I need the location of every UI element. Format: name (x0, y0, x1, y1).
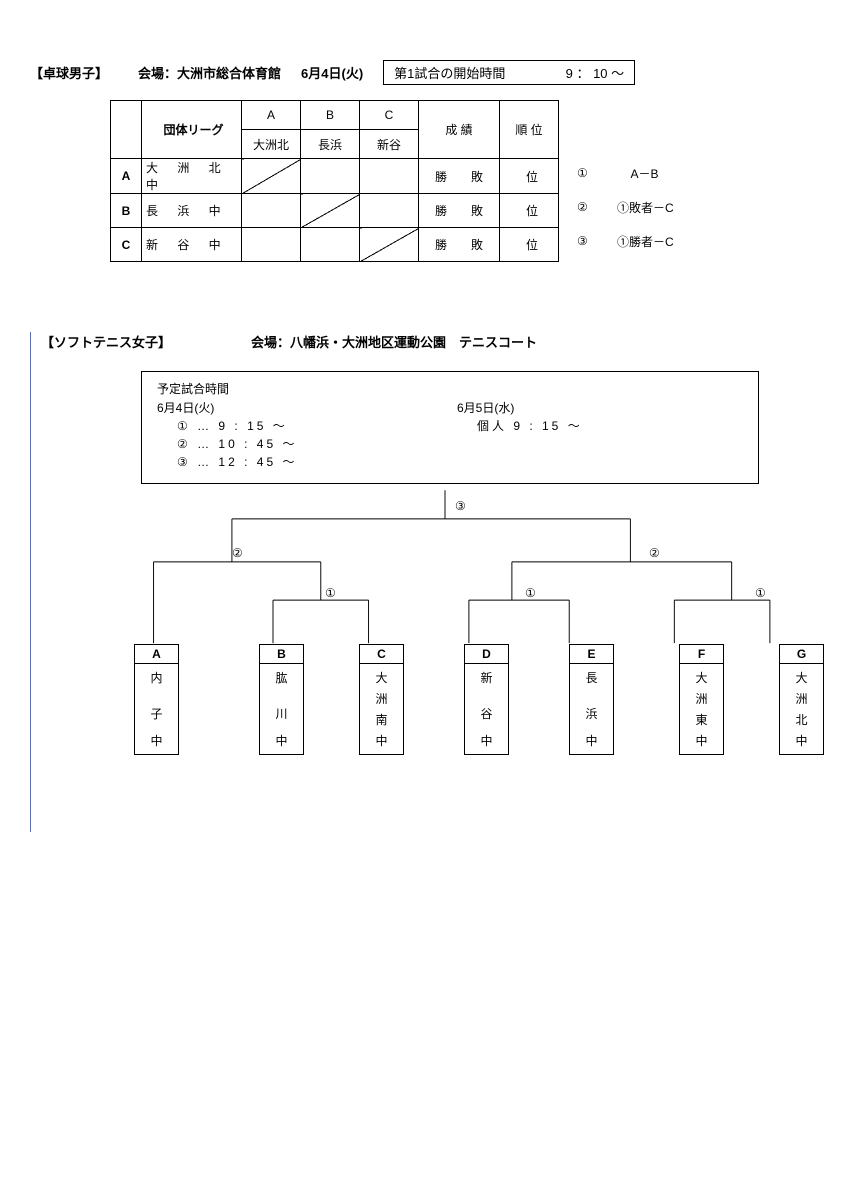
col-team-2: 新谷 (360, 130, 419, 159)
team-G: G 大洲北中 (779, 644, 824, 755)
cell-rank: 位 (500, 228, 559, 262)
team-E: E 長浜中 (569, 644, 614, 755)
tabletennis-header: 【卓球男子】 会場：大洲市総合体育館 6月4日(火) 第1試合の開始時間 9 ：… (30, 60, 819, 85)
round-2-label: ② (649, 546, 660, 560)
round-2-label: ② (232, 546, 243, 560)
cell-diag (360, 228, 419, 262)
tournament-bracket: ③ ② ② ① ① ① A 内子中 B 肱川中 C 大洲南中 D 新谷中 (101, 484, 789, 764)
cell-result: 勝 敗 (419, 228, 500, 262)
tabletennis-title: 【卓球男子】 (30, 63, 108, 82)
schedule-day2: 6月5日(水) (457, 399, 743, 417)
match-list: ① A－B ② ①敗者－C ③ ①勝者－C (577, 100, 674, 258)
schedule-title: 予定試合時間 (157, 380, 743, 397)
col-A: A (242, 101, 301, 130)
cell-diag (242, 159, 301, 194)
match-row: ③ ①勝者－C (577, 224, 674, 258)
schedule-line: ② … 10 : 45 ～ (177, 435, 457, 453)
row-A-name: 大 洲 北 中 (142, 159, 242, 194)
softtennis-venue: 会場：八幡浜・大洲地区運動公園 テニスコート (251, 332, 537, 351)
result-header: 成 績 (419, 101, 500, 159)
cell (301, 159, 360, 194)
start-time-box: 第1試合の開始時間 9 ： 10 ～ (383, 60, 635, 85)
row-C-name: 新 谷 中 (142, 228, 242, 262)
row-B-name: 長 浜 中 (142, 194, 242, 228)
row-B-label: B (111, 194, 142, 228)
cell (301, 228, 360, 262)
softtennis-header: 【ソフトテニス女子】 会場：八幡浜・大洲地区運動公園 テニスコート (41, 332, 819, 351)
cell-rank: 位 (500, 159, 559, 194)
schedule-line: ① … 9 : 15 ～ (177, 417, 457, 435)
cell-rank: 位 (500, 194, 559, 228)
team-D: D 新谷中 (464, 644, 509, 755)
cell (360, 194, 419, 228)
col-C: C (360, 101, 419, 130)
round-1-label: ① (525, 586, 536, 600)
round-3-label: ③ (455, 499, 466, 513)
start-time-value: 9 ： 10 ～ (566, 63, 625, 82)
col-team-0: 大洲北 (242, 130, 301, 159)
row-A-label: A (111, 159, 142, 194)
league-header: 団体リーグ (142, 101, 242, 159)
schedule-line: 個人 9 : 15 ～ (477, 417, 743, 435)
cell (242, 228, 301, 262)
tabletennis-venue: 会場：大洲市総合体育館 (138, 63, 281, 82)
softtennis-title: 【ソフトテニス女子】 (41, 332, 171, 351)
schedule-line: ③ … 12 : 45 ～ (177, 453, 457, 471)
cell (242, 194, 301, 228)
row-C-label: C (111, 228, 142, 262)
cell (360, 159, 419, 194)
team-C: C 大洲南中 (359, 644, 404, 755)
cell-result: 勝 敗 (419, 194, 500, 228)
rank-header: 順 位 (500, 101, 559, 159)
col-B: B (301, 101, 360, 130)
team-A: A 内子中 (134, 644, 179, 755)
round-1-label: ① (755, 586, 766, 600)
start-time-label: 第1試合の開始時間 (394, 63, 505, 82)
tabletennis-date: 6月4日(火) (301, 63, 363, 82)
schedule-day1: 6月4日(火) (157, 399, 457, 417)
cell-result: 勝 敗 (419, 159, 500, 194)
match-row: ② ①敗者－C (577, 190, 674, 224)
col-team-1: 長浜 (301, 130, 360, 159)
team-F: F 大洲東中 (679, 644, 724, 755)
team-B: B 肱川中 (259, 644, 304, 755)
schedule-box: 予定試合時間 6月4日(火) ① … 9 : 15 ～ ② … 10 : 45 … (141, 371, 759, 484)
match-row: ① A－B (577, 156, 674, 190)
round-1-label: ① (325, 586, 336, 600)
league-table: 団体リーグ A B C 成 績 順 位 大洲北 長浜 新谷 A 大 洲 北 中 … (110, 100, 559, 262)
cell-diag (301, 194, 360, 228)
